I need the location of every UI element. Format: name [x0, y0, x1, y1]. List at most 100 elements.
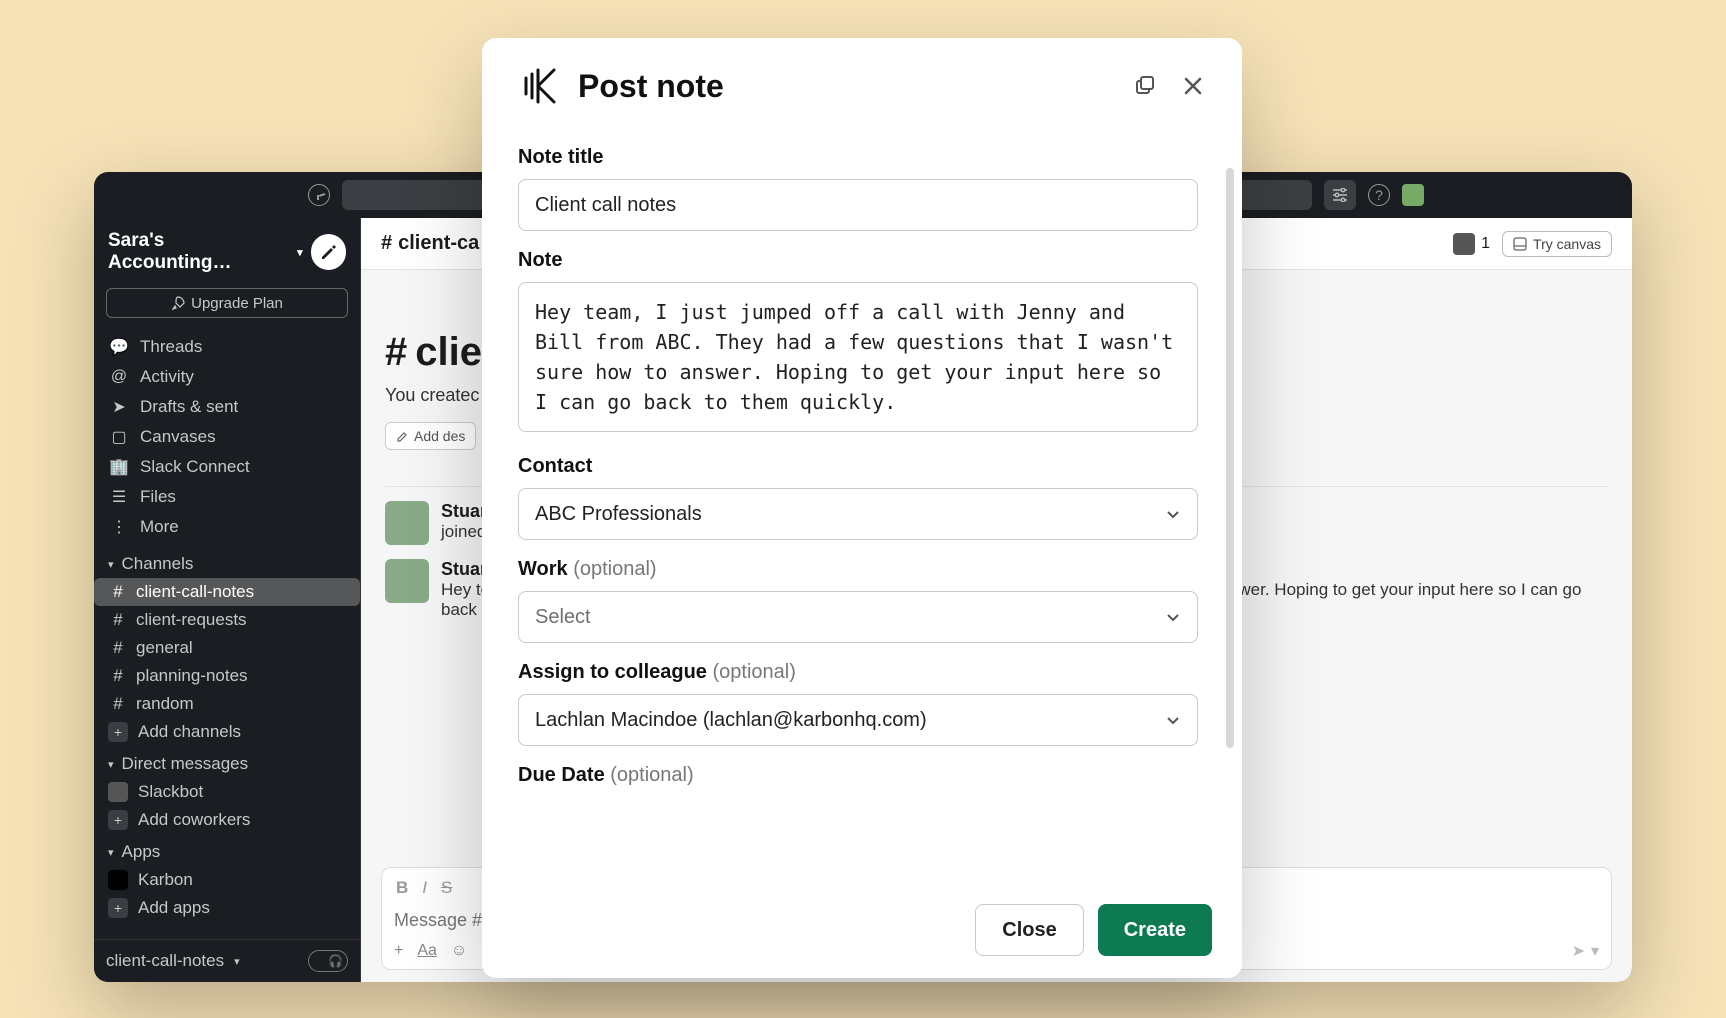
assign-optional-text: (optional): [713, 661, 796, 683]
nav-activity[interactable]: @Activity: [94, 362, 360, 392]
upgrade-plan-button[interactable]: Upgrade Plan: [106, 288, 348, 318]
close-icon: [1183, 76, 1203, 96]
italic-button[interactable]: I: [422, 878, 427, 898]
send-icon: ➤: [110, 398, 128, 416]
nav-label: Threads: [140, 337, 202, 357]
create-button[interactable]: Create: [1098, 904, 1212, 956]
channel-client-requests[interactable]: #client-requests: [94, 606, 360, 634]
chevron-down-icon[interactable]: ▾: [234, 955, 240, 968]
workspace-name: Sara's Accounting…: [108, 230, 289, 274]
nav-label: Drafts & sent: [140, 397, 238, 417]
nav-slack-connect[interactable]: 🏢Slack Connect: [94, 452, 360, 482]
assign-select-value: Lachlan Macindoe (lachlan@karbonhq.com): [535, 709, 927, 732]
chevron-down-icon: [1165, 506, 1181, 522]
nav-list: 💬Threads @Activity ➤ Drafts & sent ▢Canva…: [94, 328, 360, 546]
add-coworkers-label: Add coworkers: [138, 810, 250, 830]
help-icon[interactable]: ?: [1368, 184, 1390, 206]
hash-icon: #: [110, 638, 126, 658]
work-label: Work (optional): [518, 558, 1206, 581]
assign-label: Assign to colleague (optional): [518, 661, 1206, 684]
close-modal-button[interactable]: [1180, 73, 1206, 99]
nav-label: Canvases: [140, 427, 216, 447]
try-canvas-button[interactable]: Try canvas: [1502, 231, 1612, 257]
channel-title[interactable]: # client-ca: [381, 232, 479, 255]
app-karbon[interactable]: Karbon: [94, 866, 360, 894]
member-count[interactable]: 1: [1453, 233, 1490, 255]
modal-scrollbar[interactable]: [1226, 168, 1234, 748]
footer-channel[interactable]: client-call-notes: [106, 951, 224, 971]
contact-select[interactable]: ABC Professionals: [518, 488, 1198, 540]
add-apps-button[interactable]: + Add apps: [94, 894, 360, 922]
channel-client-call-notes[interactable]: #client-call-notes: [94, 578, 360, 606]
add-description-button[interactable]: Add des: [385, 422, 476, 450]
channel-label: client-requests: [136, 610, 247, 630]
dm-label: Slackbot: [138, 782, 203, 802]
compose-button[interactable]: [311, 234, 346, 270]
channel-planning-notes[interactable]: #planning-notes: [94, 662, 360, 690]
plus-icon: +: [108, 898, 128, 918]
message-avatar[interactable]: [385, 501, 429, 545]
bold-button[interactable]: B: [396, 878, 408, 898]
nav-label: Slack Connect: [140, 457, 250, 477]
nav-threads[interactable]: 💬Threads: [94, 332, 360, 362]
filter-button[interactable]: [1324, 180, 1356, 210]
work-select[interactable]: Select: [518, 591, 1198, 643]
emoji-button[interactable]: ☺: [451, 942, 467, 960]
modal-footer: Close Create: [482, 881, 1242, 978]
add-description-label: Add des: [414, 428, 465, 444]
chevron-down-icon: [1165, 712, 1181, 728]
nav-canvases[interactable]: ▢Canvases: [94, 422, 360, 452]
nav-label: More: [140, 517, 179, 537]
format-button[interactable]: Aa: [417, 942, 437, 960]
apps-section-header[interactable]: ▾ Apps: [94, 834, 360, 866]
message-avatar[interactable]: [385, 559, 429, 603]
channel-general[interactable]: # general: [94, 634, 360, 662]
karbon-logo-icon: [518, 64, 562, 108]
compose-icon: [319, 243, 337, 261]
nav-files[interactable]: ☰Files: [94, 482, 360, 512]
work-select-value: Select: [535, 606, 591, 629]
modal-header: Post note: [482, 38, 1242, 118]
channel-label: general: [136, 638, 193, 658]
dms-section-header[interactable]: ▾ Direct messages: [94, 746, 360, 778]
channel-random[interactable]: #random: [94, 690, 360, 718]
open-new-window-button[interactable]: [1132, 73, 1158, 99]
add-channels-button[interactable]: + Add channels: [94, 718, 360, 746]
nav-drafts[interactable]: ➤ Drafts & sent: [94, 392, 360, 422]
workspace-switcher[interactable]: Sara's Accounting… ▾: [94, 218, 360, 284]
sidebar-footer: client-call-notes ▾ 🎧: [94, 939, 360, 982]
add-coworkers-button[interactable]: + Add coworkers: [94, 806, 360, 834]
channel-title-text: client-ca: [398, 232, 479, 255]
huddle-toggle[interactable]: 🎧: [308, 950, 348, 972]
close-button[interactable]: Close: [975, 904, 1083, 956]
nav-label: Files: [140, 487, 176, 507]
note-title-input[interactable]: [518, 179, 1198, 231]
send-options-button[interactable]: ▾: [1591, 941, 1599, 961]
channels-section-header[interactable]: ▾ Channels: [94, 546, 360, 578]
modal-body: Note title Note Contact ABC Professional…: [482, 118, 1242, 881]
rocket-icon: [171, 296, 185, 310]
user-avatar[interactable]: [1402, 184, 1424, 206]
assign-select[interactable]: Lachlan Macindoe (lachlan@karbonhq.com): [518, 694, 1198, 746]
nav-more[interactable]: ⋮More: [94, 512, 360, 542]
channels-header-label: Channels: [122, 554, 194, 574]
at-icon: @: [110, 368, 128, 386]
send-button[interactable]: ➤: [1572, 941, 1585, 961]
slackbot-avatar: [108, 782, 128, 802]
contact-label: Contact: [518, 455, 1206, 478]
due-label-text: Due Date: [518, 764, 605, 786]
dm-slackbot[interactable]: Slackbot: [94, 778, 360, 806]
chevron-down-icon: ▾: [108, 758, 114, 771]
post-note-modal: Post note Note title Note Contact ABC Pr…: [482, 38, 1242, 978]
member-avatar: [1453, 233, 1475, 255]
headphones-icon: 🎧: [328, 954, 343, 968]
member-count-value: 1: [1481, 235, 1490, 253]
channel-label: random: [136, 694, 194, 714]
app-label: Karbon: [138, 870, 193, 890]
strike-button[interactable]: S: [441, 878, 452, 898]
attach-button[interactable]: +: [394, 942, 403, 960]
sliders-icon: [1332, 188, 1348, 202]
help-glyph: ?: [1375, 187, 1383, 203]
note-textarea[interactable]: [518, 282, 1198, 432]
history-icon[interactable]: [308, 184, 330, 206]
